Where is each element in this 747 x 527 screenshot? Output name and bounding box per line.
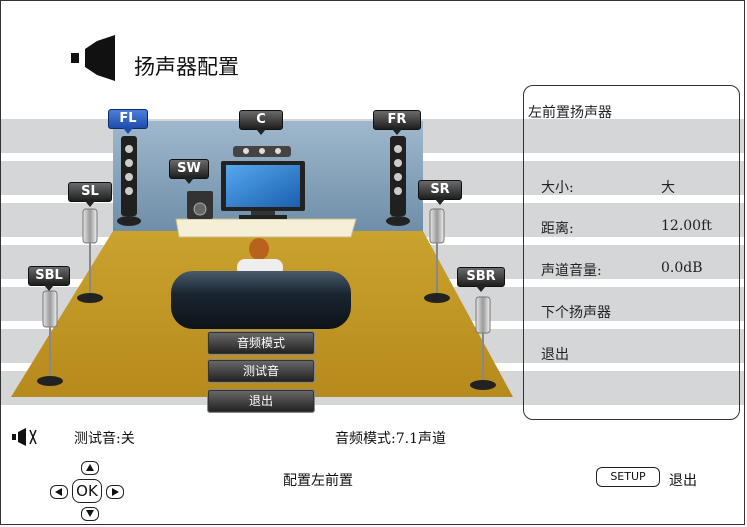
speaker-label-sbl[interactable]: SBL <box>28 266 70 291</box>
screen-frame: 扬声器配置 FL C FR SW SL SR SBL SBR 音频模式 测试音 … <box>0 0 745 525</box>
audio-mode-status: 音频模式:7.1声道 <box>335 431 446 447</box>
speaker-label-sl[interactable]: SL <box>68 182 112 207</box>
speaker-settings-panel <box>523 85 740 420</box>
panel-exit-item[interactable]: 退出 <box>541 344 569 364</box>
setup-key-icon: SETUP <box>596 467 660 487</box>
speaker-label-c[interactable]: C <box>239 110 283 135</box>
size-value[interactable]: 大 <box>661 177 675 197</box>
speaker-icon <box>71 33 119 85</box>
audio-mode-button[interactable]: 音频模式 <box>207 331 315 355</box>
side-left-speaker <box>82 208 98 244</box>
sofa <box>171 271 351 329</box>
scene-exit-button[interactable]: 退出 <box>207 389 315 413</box>
page-title: 扬声器配置 <box>134 55 239 79</box>
surround-back-right-speaker <box>475 296 491 334</box>
distance-value[interactable]: 12.00ft <box>661 218 712 234</box>
test-tone-button[interactable]: 测试音 <box>207 359 315 383</box>
panel-heading: 左前置扬声器 <box>528 105 612 121</box>
volume-value[interactable]: 0.0dB <box>661 260 703 276</box>
down-arrow-icon <box>81 507 99 521</box>
speaker-label-fr[interactable]: FR <box>373 110 421 135</box>
left-arrow-icon <box>50 485 68 499</box>
listener <box>249 238 269 260</box>
test-tone-status: 测试音:关 <box>74 431 135 447</box>
right-arrow-icon <box>106 485 124 499</box>
speaker-label-fl[interactable]: FL <box>108 109 148 134</box>
speaker-label-sr[interactable]: SR <box>418 180 462 205</box>
speaker-label-sw[interactable]: SW <box>169 159 209 184</box>
speaker-muted-icon <box>12 427 42 451</box>
volume-label[interactable]: 声道音量: <box>541 260 602 280</box>
ok-button-icon: OK <box>72 479 102 503</box>
size-label[interactable]: 大小: <box>541 177 574 197</box>
distance-label[interactable]: 距离: <box>541 218 574 238</box>
side-right-speaker <box>429 208 445 244</box>
help-hint: 配置左前置 <box>283 473 353 489</box>
up-arrow-icon <box>81 461 99 475</box>
speaker-label-sbr[interactable]: SBR <box>457 267 505 292</box>
next-speaker-item[interactable]: 下个扬声器 <box>541 302 611 322</box>
setup-action-label: 退出 <box>669 473 697 489</box>
surround-back-left-speaker <box>42 290 58 328</box>
